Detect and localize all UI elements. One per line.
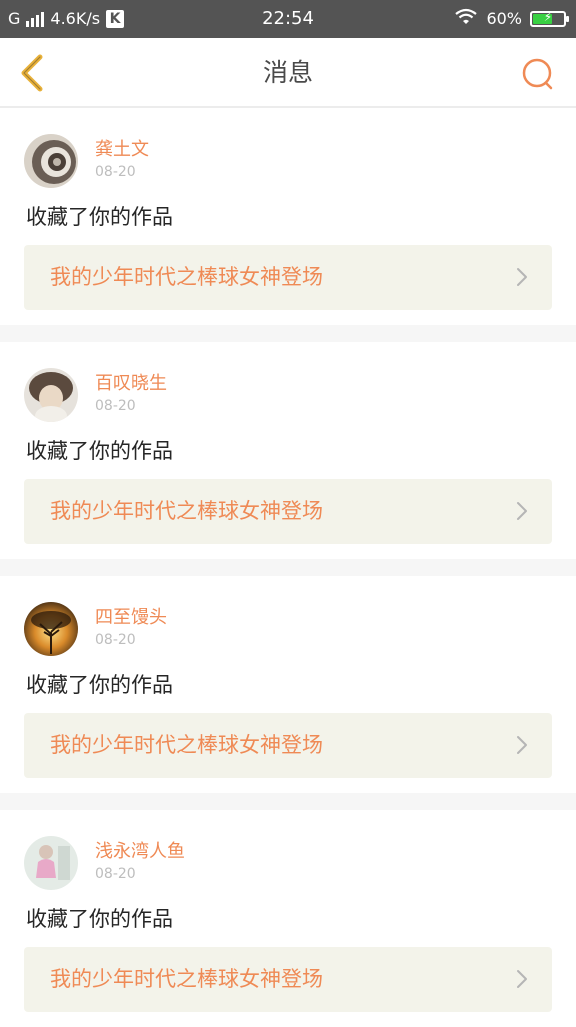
- work-title: 我的少年时代之棒球女神登场: [50, 967, 323, 991]
- work-link[interactable]: 我的少年时代之棒球女神登场: [24, 947, 552, 1012]
- action-text: 收藏了你的作品: [26, 205, 173, 229]
- work-link[interactable]: 我的少年时代之棒球女神登场: [24, 479, 552, 544]
- message-card: 龚土文 08-20 收藏了你的作品 我的少年时代之棒球女神登场: [0, 108, 576, 325]
- message-date: 08-20: [95, 398, 136, 414]
- action-text: 收藏了你的作品: [26, 907, 173, 931]
- divider: [0, 559, 576, 576]
- work-title: 我的少年时代之棒球女神登场: [50, 733, 323, 757]
- battery-percent: 60%: [486, 9, 522, 28]
- status-right: 60% ⚡: [454, 8, 569, 30]
- divider: [0, 325, 576, 342]
- divider: [0, 793, 576, 810]
- app-header: 消息: [0, 38, 576, 108]
- message-date: 08-20: [95, 866, 136, 882]
- page-title: 消息: [262, 58, 313, 87]
- chevron-right-icon: [517, 970, 527, 988]
- status-bar: G 4.6K/s K 22:54 60% ⚡: [0, 0, 576, 38]
- message-date: 08-20: [95, 164, 136, 180]
- username[interactable]: 浅永湾人鱼: [95, 840, 185, 864]
- chevron-right-icon: [517, 736, 527, 754]
- search-button[interactable]: [520, 56, 556, 92]
- avatar[interactable]: [24, 134, 78, 188]
- charging-icon: ⚡: [543, 10, 553, 24]
- username[interactable]: 百叹晓生: [95, 372, 167, 396]
- work-title: 我的少年时代之棒球女神登场: [50, 499, 323, 523]
- action-text: 收藏了你的作品: [26, 673, 173, 697]
- message-card: 百叹晓生 08-20 收藏了你的作品 我的少年时代之棒球女神登场: [0, 342, 576, 559]
- chevron-right-icon: [517, 502, 527, 520]
- message-card: 浅永湾人鱼 08-20 收藏了你的作品 我的少年时代之棒球女神登场: [0, 810, 576, 1027]
- search-icon: [522, 58, 553, 90]
- message-date: 08-20: [95, 632, 136, 648]
- message-card: 四至馒头 08-20 收藏了你的作品 我的少年时代之棒球女神登场: [0, 576, 576, 793]
- work-link[interactable]: 我的少年时代之棒球女神登场: [24, 713, 552, 778]
- avatar[interactable]: [24, 836, 78, 890]
- chevron-right-icon: [517, 268, 527, 286]
- battery-icon: ⚡: [530, 10, 569, 27]
- message-list: 龚土文 08-20 收藏了你的作品 我的少年时代之棒球女神登场 百叹晓生 08-…: [0, 108, 576, 1027]
- avatar[interactable]: [24, 602, 78, 656]
- wifi-icon: [454, 8, 478, 30]
- username[interactable]: 龚土文: [95, 138, 149, 162]
- action-text: 收藏了你的作品: [26, 439, 173, 463]
- avatar[interactable]: [24, 368, 78, 422]
- work-title: 我的少年时代之棒球女神登场: [50, 265, 323, 289]
- username[interactable]: 四至馒头: [95, 606, 167, 630]
- work-link[interactable]: 我的少年时代之棒球女神登场: [24, 245, 552, 310]
